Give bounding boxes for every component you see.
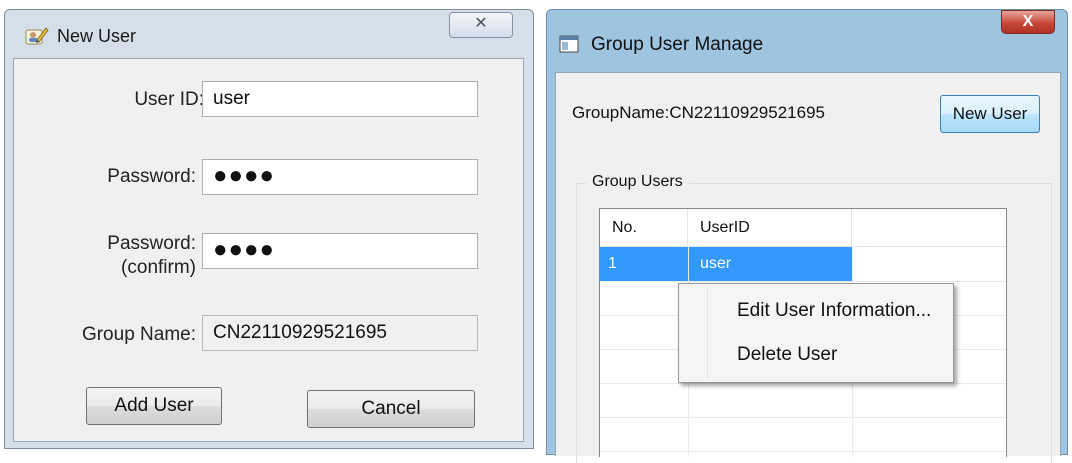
close-icon: X — [1022, 13, 1034, 30]
group-name-text: GroupName:CN22110929521695 — [572, 103, 825, 122]
group-titlebar[interactable]: Group User Manage X — [547, 10, 1067, 72]
new-user-button[interactable]: New User — [940, 95, 1040, 133]
row-number: 1 — [608, 255, 617, 272]
window-title: New User — [57, 26, 137, 46]
new-user-form: User ID: user Password: ●●●● Password: (… — [13, 58, 524, 442]
group-name-label: Group Name: — [81, 324, 196, 345]
table-row[interactable]: 1 user — [600, 247, 852, 281]
menu-item-delete-user[interactable]: Delete User — [737, 344, 837, 366]
grid-line — [600, 451, 1006, 452]
menu-gutter — [707, 288, 708, 378]
user-id-label: User ID: — [134, 89, 204, 110]
edit-user-icon — [23, 24, 49, 48]
password-confirm-label: Password: — [107, 233, 196, 254]
password-input[interactable]: ●●●● — [202, 159, 478, 195]
add-user-button[interactable]: Add User — [86, 387, 222, 425]
password-confirm-input[interactable]: ●●●● — [202, 233, 478, 269]
menu-item-edit-user[interactable]: Edit User Information... — [737, 300, 931, 322]
row-context-menu: Edit User Information... Delete User — [678, 283, 954, 383]
cancel-button[interactable]: Cancel — [307, 390, 475, 428]
grid-line — [600, 417, 1006, 418]
password-label: Password: — [107, 166, 196, 187]
user-id-input[interactable]: user — [202, 81, 478, 117]
column-header-userid[interactable]: UserID — [688, 209, 852, 247]
column-header-no[interactable]: No. — [600, 209, 688, 247]
password-confirm-sublabel: (confirm) — [121, 257, 196, 278]
close-icon: ✕ — [474, 15, 488, 32]
grid-line — [600, 383, 1006, 384]
column-header-blank — [852, 209, 1006, 247]
row-user-id: user — [700, 255, 732, 272]
group-name-field: CN22110929521695 — [202, 315, 478, 351]
window-title: Group User Manage — [591, 34, 764, 55]
new-user-titlebar[interactable]: New User ✕ — [5, 10, 533, 58]
new-user-window: New User ✕ User ID: user Password: ●●●● … — [4, 9, 534, 449]
close-button[interactable]: X — [1001, 10, 1055, 34]
window-app-icon — [559, 34, 579, 54]
group-client-area: GroupName:CN22110929521695 New User Grou… — [555, 72, 1061, 463]
group-user-manage-window: Group User Manage X GroupName:CN22110929… — [546, 9, 1068, 463]
grid-line — [600, 281, 1006, 282]
group-users-label: Group Users — [586, 173, 689, 191]
close-button[interactable]: ✕ — [449, 12, 513, 38]
